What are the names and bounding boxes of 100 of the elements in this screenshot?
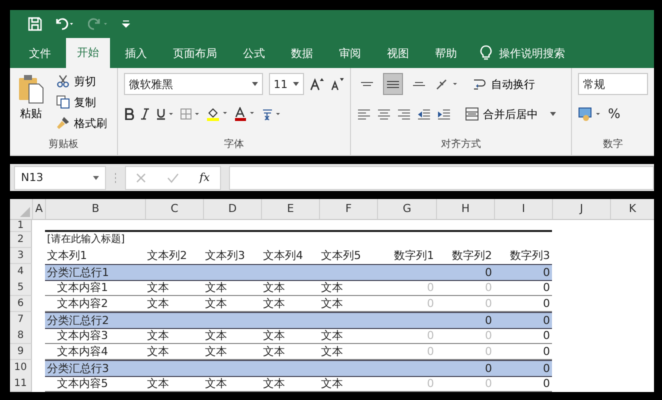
row-header[interactable]: 7 bbox=[10, 312, 32, 329]
formula-input[interactable] bbox=[229, 166, 654, 190]
table-cell-text: 文本列5 bbox=[320, 248, 362, 264]
table-cell-text: 文本 bbox=[320, 328, 344, 343]
table-cell-text: 文本 bbox=[262, 296, 286, 311]
number-format-field[interactable]: 常规 bbox=[578, 73, 648, 95]
ribbon-tab[interactable]: 插入 bbox=[114, 40, 158, 68]
group-label: 字体 bbox=[224, 139, 244, 150]
table-cell-text: 0 bbox=[484, 361, 493, 376]
row-header[interactable]: 8 bbox=[10, 328, 32, 344]
checkmark-icon[interactable] bbox=[166, 172, 179, 182]
column-header[interactable]: G bbox=[377, 199, 436, 219]
table-cell-text: [请在此输入标题] bbox=[46, 232, 126, 247]
italic-icon[interactable] bbox=[140, 108, 150, 120]
ribbon-tab[interactable]: 文件 bbox=[18, 40, 62, 68]
table-cell-text: 文本列3 bbox=[204, 248, 246, 264]
table-cell-text: 文本 bbox=[320, 296, 344, 311]
table-cell-text: 文本列4 bbox=[262, 248, 304, 264]
bold-icon[interactable] bbox=[124, 108, 134, 120]
copy-icon bbox=[56, 95, 70, 109]
table-cell-text: 文本 bbox=[146, 296, 170, 311]
align-center-icon[interactable] bbox=[377, 108, 392, 120]
format-painter-button[interactable]: 格式刷 bbox=[54, 114, 109, 132]
table-cell-text: 0 bbox=[484, 296, 493, 311]
cut-button[interactable]: 剪切 bbox=[54, 72, 109, 90]
borders-icon[interactable] bbox=[180, 108, 200, 120]
table-cell-text: 文本内容4 bbox=[56, 344, 109, 359]
underline-icon[interactable] bbox=[156, 108, 174, 120]
table-cell-text: 分类汇总行1 bbox=[46, 265, 110, 280]
middle-align-button[interactable] bbox=[383, 73, 404, 95]
shrink-font-icon[interactable] bbox=[330, 77, 344, 91]
lightbulb-icon[interactable] bbox=[480, 45, 492, 61]
orientation-icon[interactable] bbox=[435, 77, 460, 91]
row-header[interactable]: 9 bbox=[10, 344, 32, 360]
paste-button[interactable]: 粘贴 bbox=[16, 72, 46, 124]
ribbon-tab[interactable]: 页面布局 bbox=[162, 40, 228, 68]
caret-icon bbox=[252, 82, 258, 86]
column-header[interactable]: J bbox=[552, 199, 610, 219]
column-header[interactable]: K bbox=[610, 199, 654, 219]
ribbon-tab[interactable]: 数据 bbox=[280, 40, 324, 68]
copy-button[interactable]: 复制 bbox=[54, 93, 109, 111]
row-header[interactable]: 1 bbox=[10, 220, 32, 232]
column-header[interactable]: D bbox=[203, 199, 261, 219]
save-icon[interactable] bbox=[28, 17, 42, 31]
row-header[interactable]: 5 bbox=[10, 280, 32, 296]
column-header[interactable]: F bbox=[319, 199, 377, 219]
row-header[interactable]: 4 bbox=[10, 264, 32, 281]
column-header[interactable]: C bbox=[145, 199, 203, 219]
insert-function-button[interactable]: fx bbox=[199, 171, 210, 184]
column-header[interactable]: B bbox=[45, 199, 145, 219]
undo-icon[interactable] bbox=[54, 17, 76, 31]
merge-center-button[interactable]: 合并后居中 bbox=[463, 105, 558, 123]
table-cell-text: 0 bbox=[426, 296, 435, 311]
table-cell-text: 0 bbox=[426, 280, 435, 295]
row-header[interactable]: 6 bbox=[10, 296, 32, 312]
ribbon-tab[interactable]: 开始 bbox=[66, 38, 110, 68]
table-cell-text: 0 bbox=[542, 376, 551, 391]
table-cell-text: 文本内容5 bbox=[56, 376, 109, 391]
grow-font-icon[interactable] bbox=[310, 77, 324, 91]
ribbon-tab[interactable]: 公式 bbox=[232, 40, 276, 68]
table-cell-text: 文本 bbox=[320, 344, 344, 359]
increase-indent-icon[interactable] bbox=[437, 108, 452, 120]
merge-cells-icon bbox=[465, 107, 480, 121]
table-cell-text: 0 bbox=[542, 265, 551, 280]
phonetic-guide-icon[interactable] bbox=[262, 107, 282, 121]
row-header[interactable]: 3 bbox=[10, 248, 32, 264]
fill-color-icon[interactable] bbox=[206, 107, 228, 121]
table-cell-text: 0 bbox=[426, 328, 435, 343]
percent-button[interactable]: % bbox=[608, 106, 620, 122]
column-header[interactable]: H bbox=[436, 199, 494, 219]
row-header[interactable]: 11 bbox=[10, 376, 32, 392]
group-label: 剪贴板 bbox=[48, 139, 79, 150]
table-cell-text: 文本 bbox=[146, 376, 170, 391]
caret-icon bbox=[293, 82, 300, 86]
column-header[interactable]: A bbox=[32, 199, 45, 219]
row-header[interactable]: 10 bbox=[10, 360, 32, 377]
table-cell-text: 文本 bbox=[204, 328, 228, 343]
table-cell-text: 文本列1 bbox=[46, 248, 88, 264]
table-cell-text: 文本 bbox=[262, 328, 286, 343]
table-cell-text: 文本 bbox=[262, 344, 286, 359]
align-right-icon[interactable] bbox=[397, 108, 412, 120]
font-name-field[interactable]: 微软雅黑 bbox=[124, 73, 263, 95]
ribbon-tab[interactable]: 帮助 bbox=[424, 40, 468, 68]
row-header[interactable]: 2 bbox=[10, 232, 32, 248]
column-header[interactable]: I bbox=[494, 199, 552, 219]
table-cell-text: 文本列2 bbox=[146, 248, 188, 264]
align-left-icon[interactable] bbox=[357, 108, 372, 120]
ribbon-tab[interactable]: 审阅 bbox=[328, 40, 372, 68]
customize-icon[interactable] bbox=[122, 19, 130, 29]
clipboard-icon bbox=[18, 74, 44, 104]
font-size-field[interactable]: 11 bbox=[268, 73, 304, 95]
decrease-indent-icon[interactable] bbox=[417, 108, 432, 120]
font-color-icon[interactable] bbox=[234, 107, 256, 121]
column-header[interactable]: E bbox=[261, 199, 319, 219]
name-box[interactable]: N13 bbox=[14, 166, 106, 190]
wrap-text-button[interactable]: 自动换行 bbox=[471, 75, 538, 93]
table-cell-text: 0 bbox=[542, 344, 551, 359]
ribbon-tab[interactable]: 视图 bbox=[376, 40, 420, 68]
tell-me-search[interactable]: 操作说明搜索 bbox=[499, 40, 565, 68]
table-cell-text: 0 bbox=[484, 344, 493, 359]
